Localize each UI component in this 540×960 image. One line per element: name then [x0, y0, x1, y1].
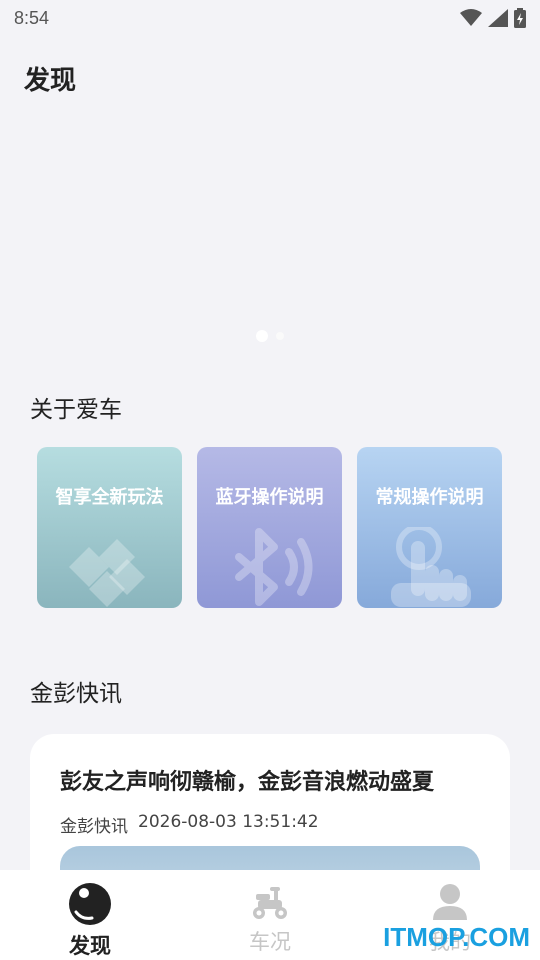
discover-icon	[69, 883, 111, 925]
card-bluetooth-guide[interactable]: 蓝牙操作说明	[197, 447, 342, 608]
news-meta: 金彭快讯 2026-08-03 13:51:42	[60, 812, 480, 837]
tab-discover[interactable]: 发现	[0, 870, 180, 960]
card-smart-features[interactable]: 智享全新玩法	[37, 447, 182, 608]
card-label: 蓝牙操作说明	[215, 487, 324, 508]
scooter-icon	[253, 887, 287, 919]
status-time: 8:54	[14, 7, 50, 28]
banner-dot-active[interactable]	[256, 330, 268, 342]
news-source: 金彭快讯	[60, 817, 128, 837]
profile-icon	[433, 884, 467, 920]
battery-icon	[514, 8, 526, 28]
tab-label: 发现	[69, 934, 111, 958]
card-label: 智享全新玩法	[55, 487, 164, 508]
banner-dot[interactable]	[276, 332, 284, 340]
tab-label: 车况	[249, 930, 291, 954]
banner-carousel[interactable]	[0, 110, 540, 350]
page-title: 发现	[24, 66, 77, 96]
about-car-title: 关于爱车	[30, 397, 122, 423]
news-datetime: 2026-08-03 13:51:42	[138, 812, 319, 832]
status-icons	[460, 8, 526, 28]
blocks-icon	[69, 539, 145, 607]
news-title: 彭友之声响彻赣榆，金彭音浪燃动盛夏	[60, 770, 435, 795]
banner-pagination	[0, 330, 540, 342]
bluetooth-icon	[235, 528, 313, 606]
watermark: ITMOP.COM	[383, 922, 530, 952]
news-section-title: 金彭快讯	[30, 681, 122, 707]
signal-icon	[488, 9, 508, 27]
status-bar: 8:54	[0, 0, 540, 36]
tab-vehicle-status[interactable]: 车况	[180, 870, 360, 960]
card-general-guide[interactable]: 常规操作说明	[357, 447, 502, 608]
card-label: 常规操作说明	[375, 487, 484, 508]
wifi-icon	[460, 9, 482, 26]
tap-hand-icon	[391, 527, 471, 607]
